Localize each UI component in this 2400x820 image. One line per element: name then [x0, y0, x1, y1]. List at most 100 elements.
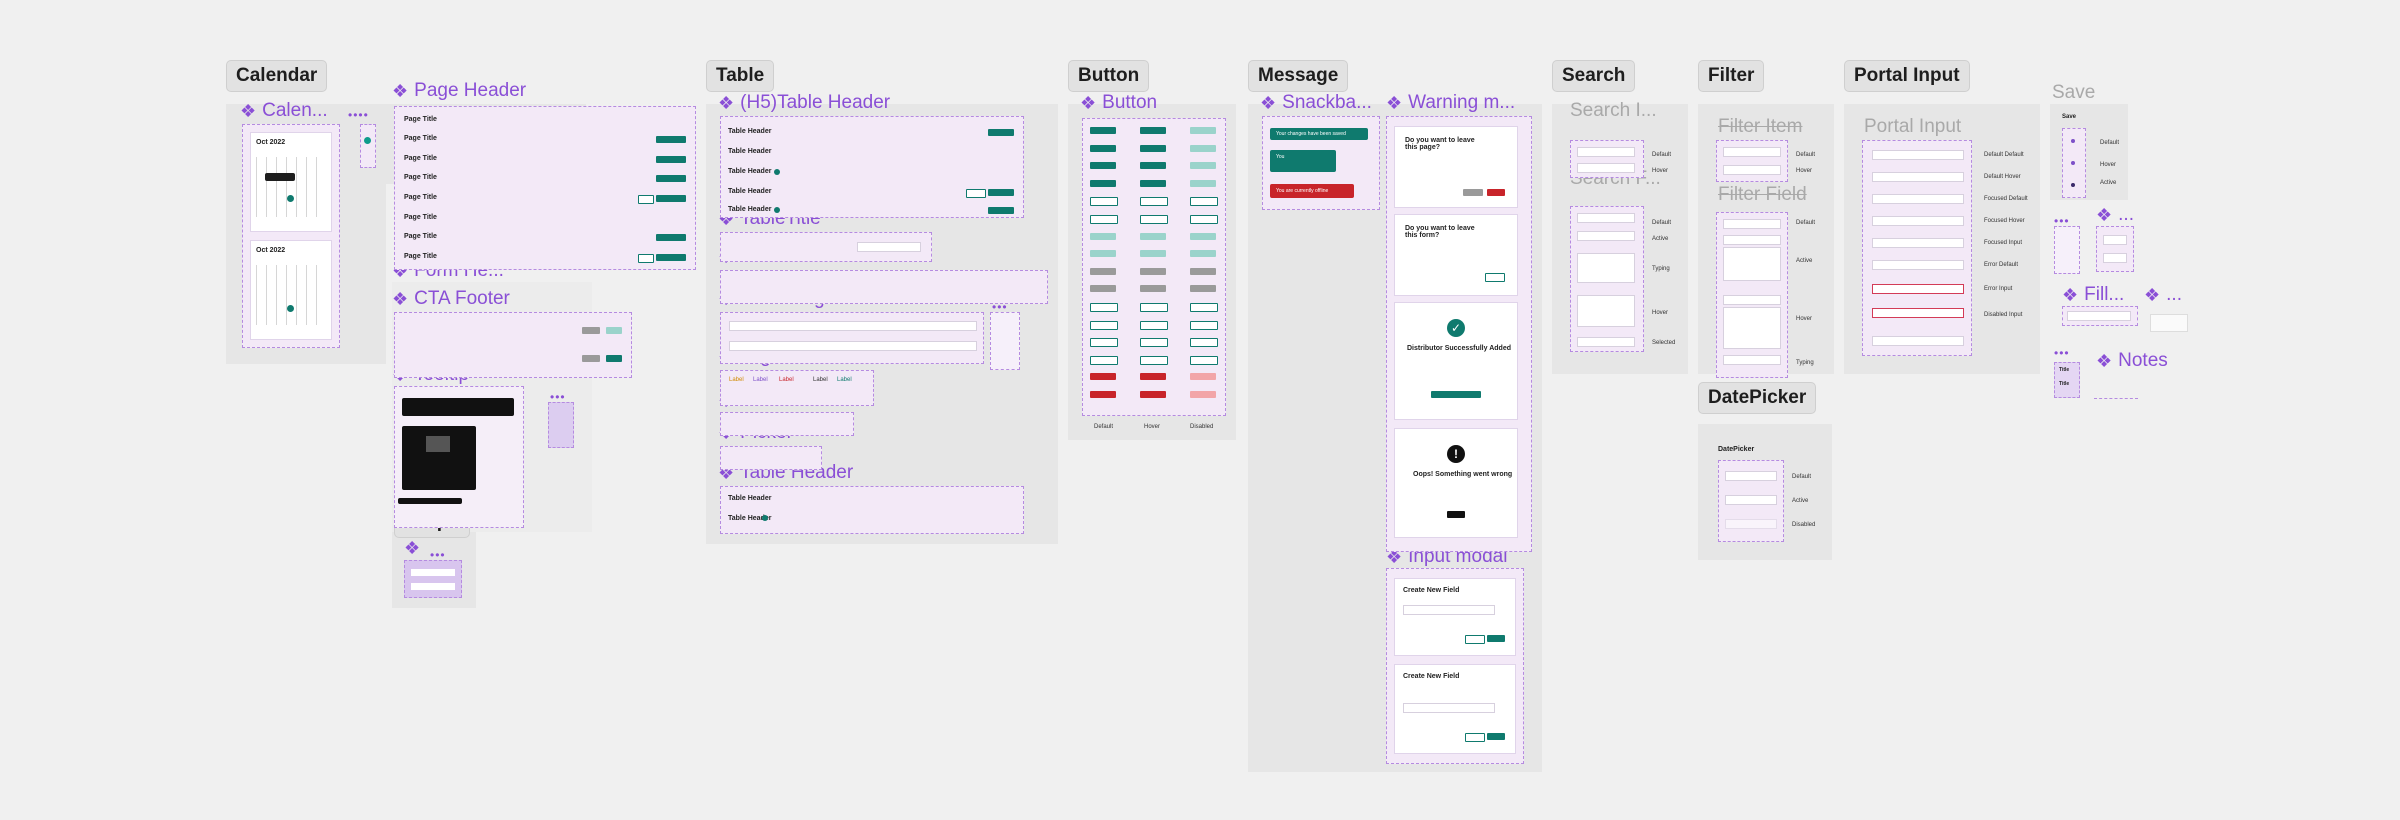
tag[interactable]: Label	[813, 377, 828, 383]
component-label-notes[interactable]: ❖ Notes	[2096, 350, 2168, 372]
filter-dropdown[interactable]	[1723, 247, 1781, 281]
modal-input[interactable]	[1403, 703, 1495, 713]
button-variant[interactable]	[1140, 321, 1168, 330]
calendar-month-2[interactable]: Oct 2022	[250, 240, 332, 340]
button-variant[interactable]	[1090, 180, 1116, 187]
button-variant[interactable]	[1190, 303, 1218, 312]
modal-stay-button[interactable]	[1485, 273, 1505, 282]
info-icon[interactable]	[762, 515, 768, 521]
filter-dropdown[interactable]	[1723, 307, 1781, 349]
save-variant-field[interactable]	[2103, 253, 2127, 263]
button-variant[interactable]	[1140, 127, 1166, 134]
button-variant[interactable]	[1140, 233, 1166, 240]
modal-cancel-button[interactable]	[1463, 189, 1483, 196]
section-title-button[interactable]: Button	[1068, 60, 1150, 92]
component-label-warning-modal[interactable]: ❖ Warning m...	[1386, 92, 1515, 114]
button-variant[interactable]	[1140, 145, 1166, 152]
secondary-button[interactable]	[638, 254, 654, 263]
button-variant[interactable]	[1090, 321, 1118, 330]
table-action-button[interactable]	[988, 189, 1014, 196]
button-variant[interactable]	[1140, 180, 1166, 187]
fill-frame[interactable]	[2062, 306, 2138, 326]
add-button[interactable]	[656, 136, 686, 143]
section-title-message[interactable]: Message	[1248, 60, 1349, 92]
modal-action-button[interactable]	[1431, 391, 1481, 398]
button-variant[interactable]	[1140, 268, 1166, 275]
add-button[interactable]	[656, 156, 686, 163]
button-variant[interactable]	[1190, 285, 1216, 292]
tag[interactable]: Label	[779, 377, 794, 383]
button-variant[interactable]	[1190, 145, 1216, 152]
info-icon[interactable]	[774, 207, 780, 213]
portal-input-field[interactable]	[1872, 260, 1964, 270]
component-label-snackbar[interactable]: ❖ Snackba...	[1260, 92, 1372, 114]
search-item-input[interactable]	[1577, 163, 1635, 173]
search-item-input[interactable]	[1577, 147, 1635, 157]
save-dot[interactable]	[2071, 139, 2075, 143]
modal-leave-button[interactable]	[1487, 189, 1505, 196]
filter-field[interactable]	[1723, 219, 1781, 229]
modal-create-button[interactable]	[1487, 733, 1505, 740]
modal-ok-button[interactable]	[1447, 511, 1465, 518]
calendar-day-variant[interactable]	[360, 124, 376, 168]
calendar-selected-day[interactable]	[287, 195, 294, 202]
filter-item-input[interactable]	[1723, 165, 1781, 175]
button-variant[interactable]	[1140, 285, 1166, 292]
button-variant[interactable]	[1090, 215, 1118, 224]
secondary-button[interactable]	[638, 195, 654, 204]
portal-input-field[interactable]	[1872, 194, 1964, 204]
button-variant[interactable]	[1190, 250, 1216, 257]
datepicker-input[interactable]	[1725, 519, 1777, 529]
more-dots-icon[interactable]: ••••	[348, 108, 369, 122]
modal-cancel-button[interactable]	[1465, 635, 1485, 644]
button-variant[interactable]	[1090, 250, 1116, 257]
calendar-month-1[interactable]: Oct 2022	[250, 132, 332, 232]
cta-cancel-button[interactable]	[582, 327, 600, 334]
button-variant[interactable]	[1090, 162, 1116, 169]
tooltip-variant-frame[interactable]	[548, 402, 574, 448]
warning-modal-leave-form[interactable]: Do you want to leave this form?	[1394, 214, 1518, 296]
button-variant[interactable]	[1090, 338, 1118, 347]
portal-input-field[interactable]	[1872, 336, 1964, 346]
button-variant[interactable]	[1190, 356, 1218, 365]
info-icon[interactable]	[774, 169, 780, 175]
portal-input-field[interactable]	[1872, 150, 1964, 160]
filter-field[interactable]	[1723, 355, 1781, 365]
graph-toggle[interactable]	[411, 583, 455, 590]
button-variant[interactable]	[1190, 321, 1218, 330]
modal-create-button[interactable]	[1487, 635, 1505, 642]
button-variant[interactable]	[1140, 391, 1166, 398]
button-variant[interactable]	[1140, 215, 1168, 224]
fill-variant[interactable]	[2150, 314, 2188, 332]
table-secondary-button[interactable]	[966, 189, 986, 198]
component-label-graph[interactable]: ❖	[404, 538, 420, 559]
save-variant-field[interactable]	[2103, 235, 2127, 245]
input-modal-1[interactable]: Create New Field	[1394, 578, 1516, 656]
tag[interactable]: Label	[837, 377, 852, 383]
snackbar-success[interactable]: Your changes have been saved	[1270, 128, 1368, 140]
warning-modal-leave-page[interactable]: Do you want to leave this page?	[1394, 126, 1518, 208]
pagination-field[interactable]	[729, 341, 977, 351]
button-variant[interactable]	[1190, 268, 1216, 275]
search-field[interactable]	[1577, 337, 1635, 347]
filter-field[interactable]	[1723, 235, 1781, 245]
notes-panel[interactable]	[2094, 372, 2138, 399]
graph-toggle[interactable]	[411, 569, 455, 576]
tag[interactable]: Label	[753, 377, 768, 383]
button-variant[interactable]	[1190, 215, 1218, 224]
portal-input-field[interactable]	[1872, 172, 1964, 182]
button-variant[interactable]	[1090, 391, 1116, 398]
button-variant[interactable]	[1090, 233, 1116, 240]
datepicker-input[interactable]	[1725, 495, 1777, 505]
search-field[interactable]	[1577, 213, 1635, 223]
graph-frame[interactable]	[404, 560, 462, 598]
section-title-table[interactable]: Table	[706, 60, 775, 92]
save-variant-frame[interactable]	[2054, 226, 2080, 274]
component-label-h5-table-header[interactable]: ❖ (H5)Table Header	[718, 92, 890, 114]
table-action-button[interactable]	[988, 129, 1014, 136]
button-variant[interactable]	[1190, 162, 1216, 169]
add-button[interactable]	[656, 234, 686, 241]
warning-modal-success[interactable]: ✓ Distributor Successfully Added	[1394, 302, 1518, 420]
component-label-fill-2[interactable]: ❖...	[2144, 284, 2182, 306]
button-variant[interactable]	[1090, 145, 1116, 152]
